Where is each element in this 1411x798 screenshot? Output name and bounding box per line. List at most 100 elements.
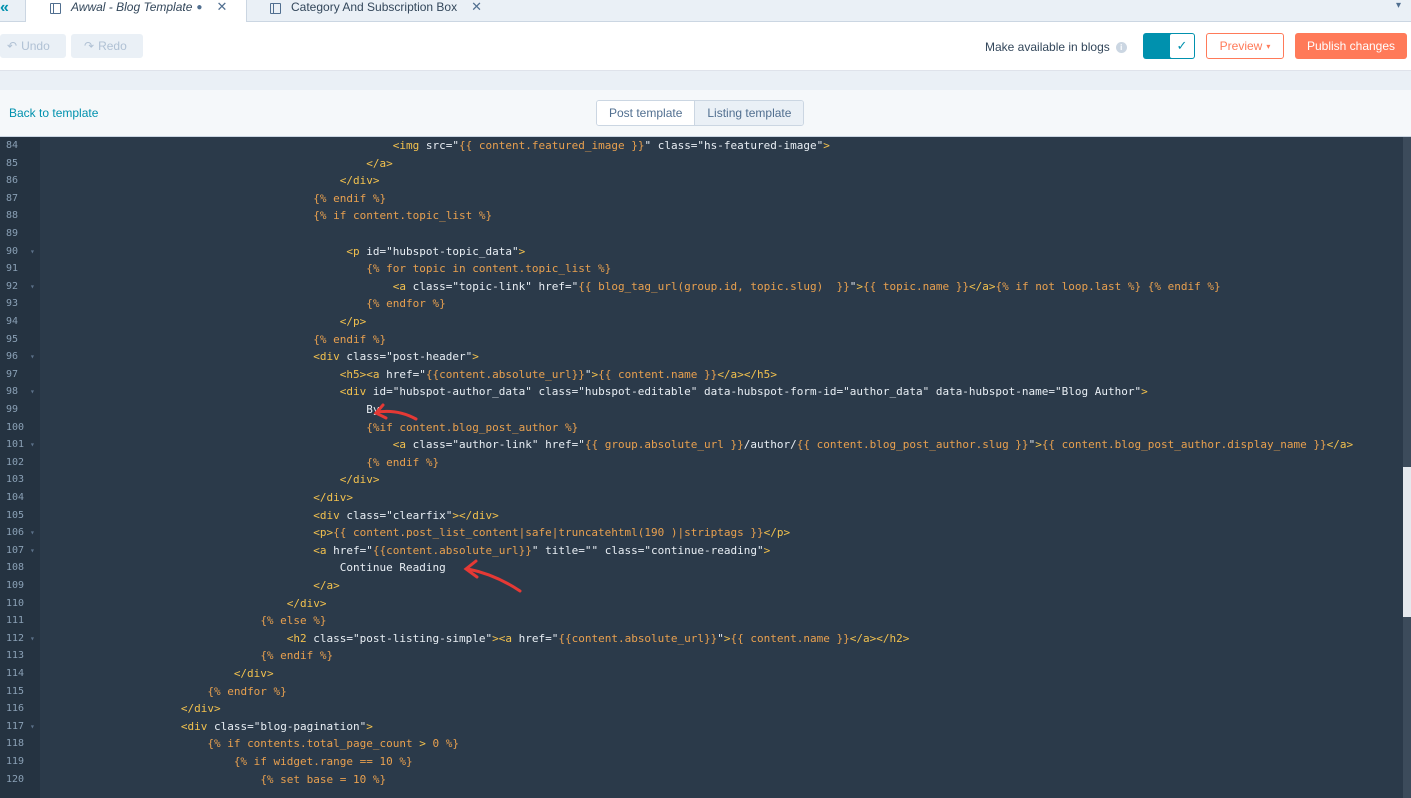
code-line[interactable]: 90 ▾ <p id="hubspot-topic_data"> [0,243,1411,261]
code-line[interactable]: 118 {% if contents.total_page_count > 0 … [0,735,1411,753]
preview-button[interactable]: Preview ▾ [1206,33,1284,59]
code-line[interactable]: 109 </a> [0,577,1411,595]
line-number: 97 [6,368,19,380]
code-line[interactable]: 100 {%if content.blog_post_author %} [0,419,1411,437]
fold-chevron-icon[interactable]: ▾ [30,524,35,542]
scrollbar-thumb[interactable] [1403,467,1411,617]
line-number: 95 [6,333,19,345]
code-line[interactable]: 93 {% endfor %} [0,295,1411,313]
template-subbar: Back to template Post template Listing t… [0,90,1411,137]
code-line[interactable]: 99 By [0,401,1411,419]
code-line[interactable]: 116 </div> [0,700,1411,718]
collapse-sidebar-icon[interactable]: « [0,0,16,22]
code-text: <div id="hubspot-author_data" class="hub… [339,385,1148,399]
tab-post-template[interactable]: Post template [597,101,695,125]
code-line[interactable]: 98 ▾ <div id="hubspot-author_data" class=… [0,383,1411,401]
code-text: {% endif %} [313,191,387,205]
fold-chevron-icon[interactable]: ▾ [30,718,35,736]
code-line[interactable]: 105 <div class="clearfix"></div> [0,507,1411,525]
tab-listing-template[interactable]: Listing template [694,101,804,125]
code-text: {% endfor %} [366,297,446,311]
code-line[interactable]: 102 {% endif %} [0,454,1411,472]
fold-chevron-icon[interactable]: ▾ [30,630,35,648]
line-number: 116 [6,703,25,715]
line-number: 120 [6,773,25,785]
line-number: 99 [6,404,19,415]
code-line[interactable]: 108 Continue Reading [0,559,1411,577]
code-line[interactable]: 86 </div> [0,172,1411,190]
code-line[interactable]: 84 <img src="{{ content.featured_image }… [0,137,1411,155]
line-number: 115 [6,685,25,697]
tab-category-subscription-box[interactable]: Category And Subscription Box ✕ [248,0,508,22]
code-line[interactable]: 119 {% if widget.range == 10 %} [0,753,1411,771]
line-number: 110 [6,597,25,609]
code-line[interactable]: 107 ▾ <a href="{{content.absolute_url}}" … [0,542,1411,560]
code-line[interactable]: 117 ▾ <div class="blog-pagination"> [0,718,1411,736]
line-number: 104 [6,492,25,503]
code-line[interactable]: 97 <h5><a href="{{content.absolute_url}}… [0,366,1411,384]
line-number: 100 [6,421,25,433]
tab-awwal-blog-template[interactable]: Awwal - Blog Template ● ✕ [25,0,247,22]
fold-chevron-icon[interactable]: ▾ [30,542,35,560]
make-available-toggle[interactable]: ✓ [1143,33,1195,59]
line-number: 89 [6,228,19,239]
code-text: Continue Reading [55,561,446,575]
tabs-dropdown-icon[interactable]: ▾ [1396,0,1401,11]
code-line[interactable]: 103 </div> [0,471,1411,489]
code-line[interactable]: 95 {% endif %} [0,331,1411,349]
code-line[interactable]: 91 {% for topic in content.topic_list %} [0,260,1411,278]
redo-button[interactable]: ↷ Redo [71,34,143,58]
toolbar-divider [0,70,1411,90]
code-text: </div> [233,667,274,680]
code-text: By [55,403,380,416]
template-icon [50,2,61,14]
code-line[interactable]: 110 </div> [0,595,1411,613]
fold-chevron-icon[interactable]: ▾ [30,243,35,261]
publish-changes-button[interactable]: Publish changes [1295,33,1407,59]
code-text: <p id="hubspot-topic_data"> [346,244,526,258]
preview-label: Preview [1219,39,1263,53]
code-line[interactable]: 113 {% endif %} [0,647,1411,665]
code-line[interactable]: 101 ▾ <a class="author-link" href="{{ gro… [0,436,1411,454]
line-number: 94 [6,316,19,327]
fold-chevron-icon[interactable]: ▾ [30,278,35,296]
code-line[interactable]: 88 {% if content.topic_list %} [0,207,1411,225]
fold-chevron-icon[interactable]: ▾ [30,348,35,366]
code-text: {%if content.blog_post_author %} [366,420,579,434]
code-line[interactable]: 94 </p> [0,313,1411,331]
code-line[interactable]: 85 </a> [0,155,1411,173]
line-number: 114 [6,668,25,679]
code-line[interactable]: 92 ▾ <a class="topic-link" href="{{ blog_… [0,278,1411,296]
code-text: </div> [313,491,354,504]
make-available-text: Make available in blogs [985,40,1110,54]
code-text: </div> [180,702,221,716]
editor-scrollbar[interactable] [1403,137,1411,798]
line-number: 119 [6,756,25,767]
code-text: <a class="topic-link" href="{{ blog_tag_… [392,279,1221,293]
code-line[interactable]: 89 [0,225,1411,243]
tab-title: Awwal - Blog Template [71,0,193,14]
code-line[interactable]: 111 {% else %} [0,612,1411,630]
back-to-template-link[interactable]: Back to template [9,106,98,120]
close-tab-icon[interactable]: ✕ [471,0,482,15]
code-line[interactable]: 104 </div> [0,489,1411,507]
code-line[interactable]: 96 ▾ <div class="post-header"> [0,348,1411,366]
code-line[interactable]: 106 ▾ <p>{{ content.post_list_content|saf… [0,524,1411,542]
code-line[interactable]: 112 ▾ <h2 class="post-listing-simple"><a … [0,630,1411,648]
code-line[interactable]: 87 {% endif %} [0,190,1411,208]
check-icon: ✓ [1170,34,1194,58]
editor-toolbar: ↶ Undo ↷ Redo Make available in blogs i … [0,22,1411,70]
undo-button[interactable]: ↶ Undo [0,34,66,58]
code-line[interactable]: 115 {% endfor %} [0,683,1411,701]
code-line[interactable]: 114 </div> [0,665,1411,683]
code-text: </div> [339,473,380,487]
code-text: <img src="{{ content.featured_image }}" … [392,139,830,152]
code-text: </div> [339,174,380,188]
code-text: {% if widget.range == 10 %} [233,755,413,768]
info-icon[interactable]: i [1115,41,1127,53]
fold-chevron-icon[interactable]: ▾ [30,383,35,401]
code-line[interactable]: 120 {% set base = 10 %} [0,771,1411,789]
close-tab-icon[interactable]: ✕ [216,0,227,15]
fold-chevron-icon[interactable]: ▾ [30,436,35,454]
code-editor[interactable]: 84 <img src="{{ content.featured_image }… [0,137,1411,798]
